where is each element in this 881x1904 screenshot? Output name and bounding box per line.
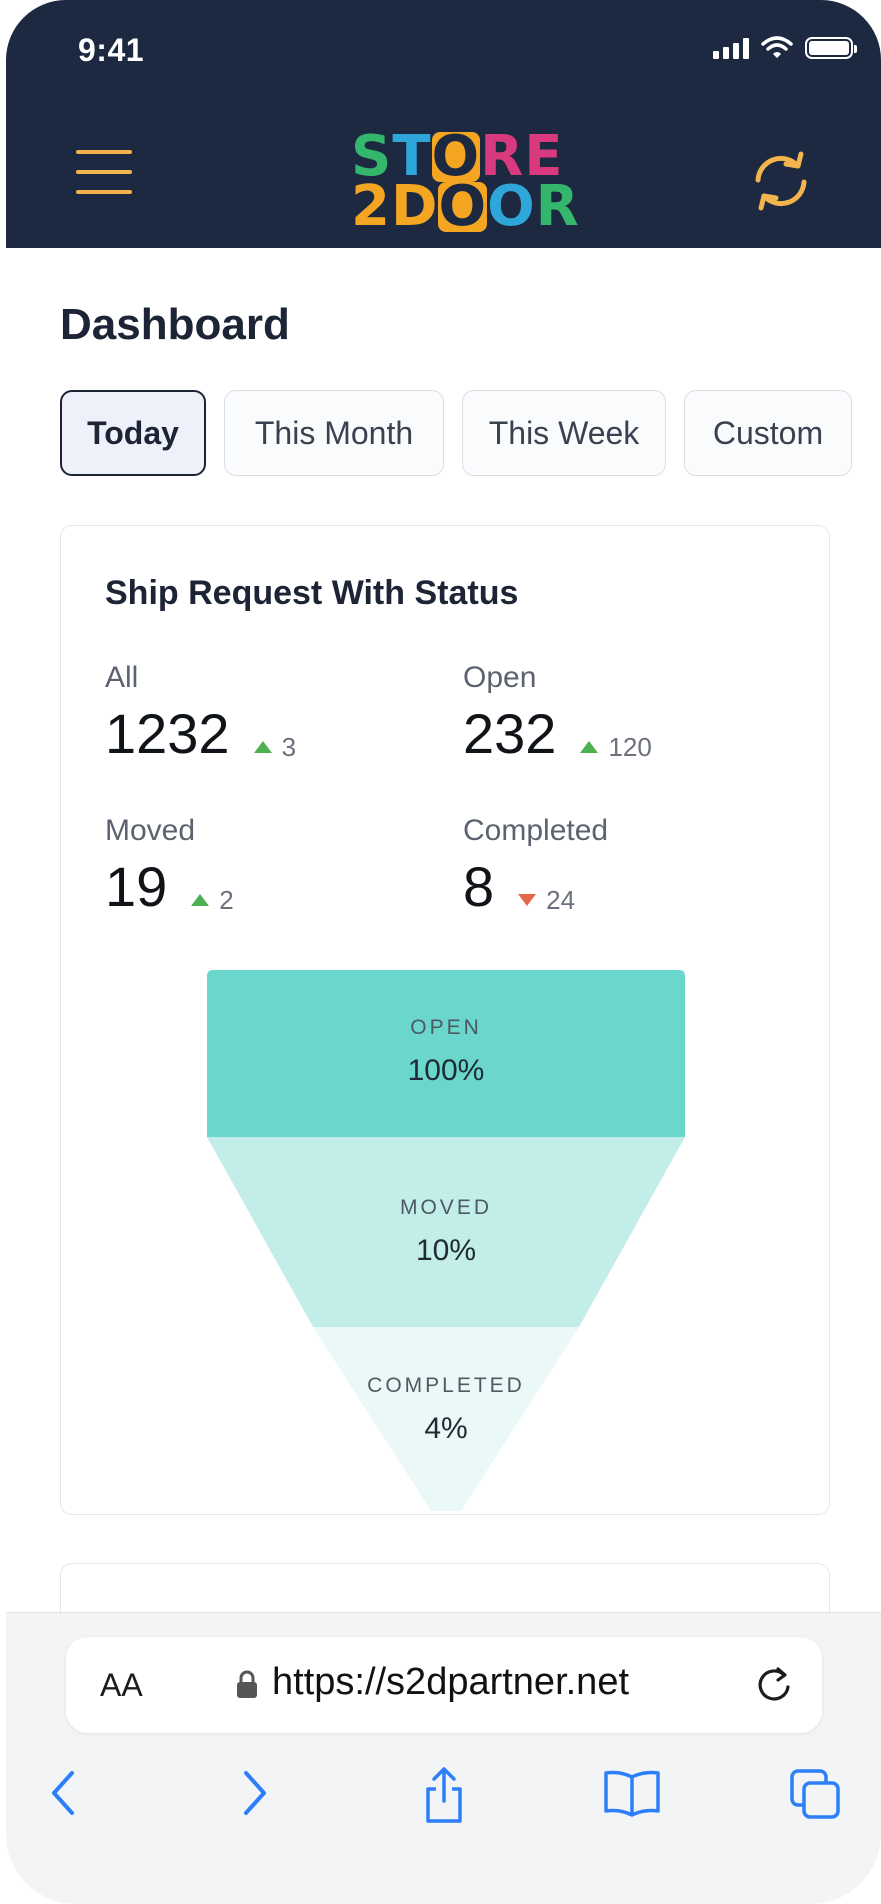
lock-icon xyxy=(237,1670,257,1698)
logo-letter: 2 xyxy=(351,174,391,239)
funnel-stage-name: COMPLETED xyxy=(367,1374,525,1397)
hamburger-menu-button[interactable] xyxy=(76,150,134,198)
browser-toolbar: AA https://s2dpartner.net xyxy=(6,1612,881,1904)
refresh-icon[interactable] xyxy=(746,150,816,212)
page-title: Dashboard xyxy=(60,300,290,349)
ship-request-card: Ship Request With Status All 1232 3 Open… xyxy=(60,525,830,1515)
address-bar[interactable]: AA https://s2dpartner.net xyxy=(66,1637,822,1733)
text-size-button[interactable]: AA xyxy=(100,1667,143,1704)
forward-icon[interactable] xyxy=(234,1763,274,1823)
tab-custom[interactable]: Custom xyxy=(684,390,852,476)
bookmarks-icon[interactable] xyxy=(602,1763,662,1823)
logo-letter: O xyxy=(438,174,488,239)
logo-letter: R xyxy=(535,174,580,239)
status-time: 9:41 xyxy=(78,32,145,68)
tabs-icon[interactable] xyxy=(788,1763,844,1823)
phone-screen: 9:41 STORE 2DOOR Dashboard Today This Mo… xyxy=(6,0,881,1904)
funnel-label-completed: COMPLETED 4% xyxy=(296,1374,596,1446)
cellular-signal-icon xyxy=(713,37,749,59)
date-range-tabs: Today This Month This Week Custom xyxy=(60,390,852,476)
funnel-percent: 100% xyxy=(407,1054,485,1087)
wifi-icon xyxy=(761,36,793,58)
url-text: https://s2dpartner.net xyxy=(272,1661,630,1703)
logo-letter: O xyxy=(487,174,536,239)
tab-this-month[interactable]: This Month xyxy=(224,390,444,476)
funnel-percent: 10% xyxy=(415,1234,477,1267)
funnel-percent: 4% xyxy=(424,1412,468,1445)
funnel-stage-name: OPEN xyxy=(410,1016,482,1039)
text-size-label: AA xyxy=(100,1667,143,1703)
funnel-label-open: OPEN 100% xyxy=(296,1016,596,1088)
browser-nav-row xyxy=(6,1763,881,1843)
reload-icon[interactable] xyxy=(754,1663,796,1707)
app-header: 9:41 STORE 2DOOR xyxy=(6,0,881,248)
status-icons xyxy=(713,36,857,60)
share-icon[interactable] xyxy=(420,1763,468,1827)
funnel-stage-name: MOVED xyxy=(399,1196,492,1219)
tab-this-week[interactable]: This Week xyxy=(462,390,666,476)
tab-today[interactable]: Today xyxy=(60,390,206,476)
battery-icon xyxy=(805,37,857,59)
back-icon[interactable] xyxy=(44,1763,84,1823)
logo-letter: D xyxy=(390,174,439,239)
funnel-label-moved: MOVED 10% xyxy=(296,1196,596,1268)
store2door-logo: STORE 2DOOR xyxy=(351,129,580,239)
